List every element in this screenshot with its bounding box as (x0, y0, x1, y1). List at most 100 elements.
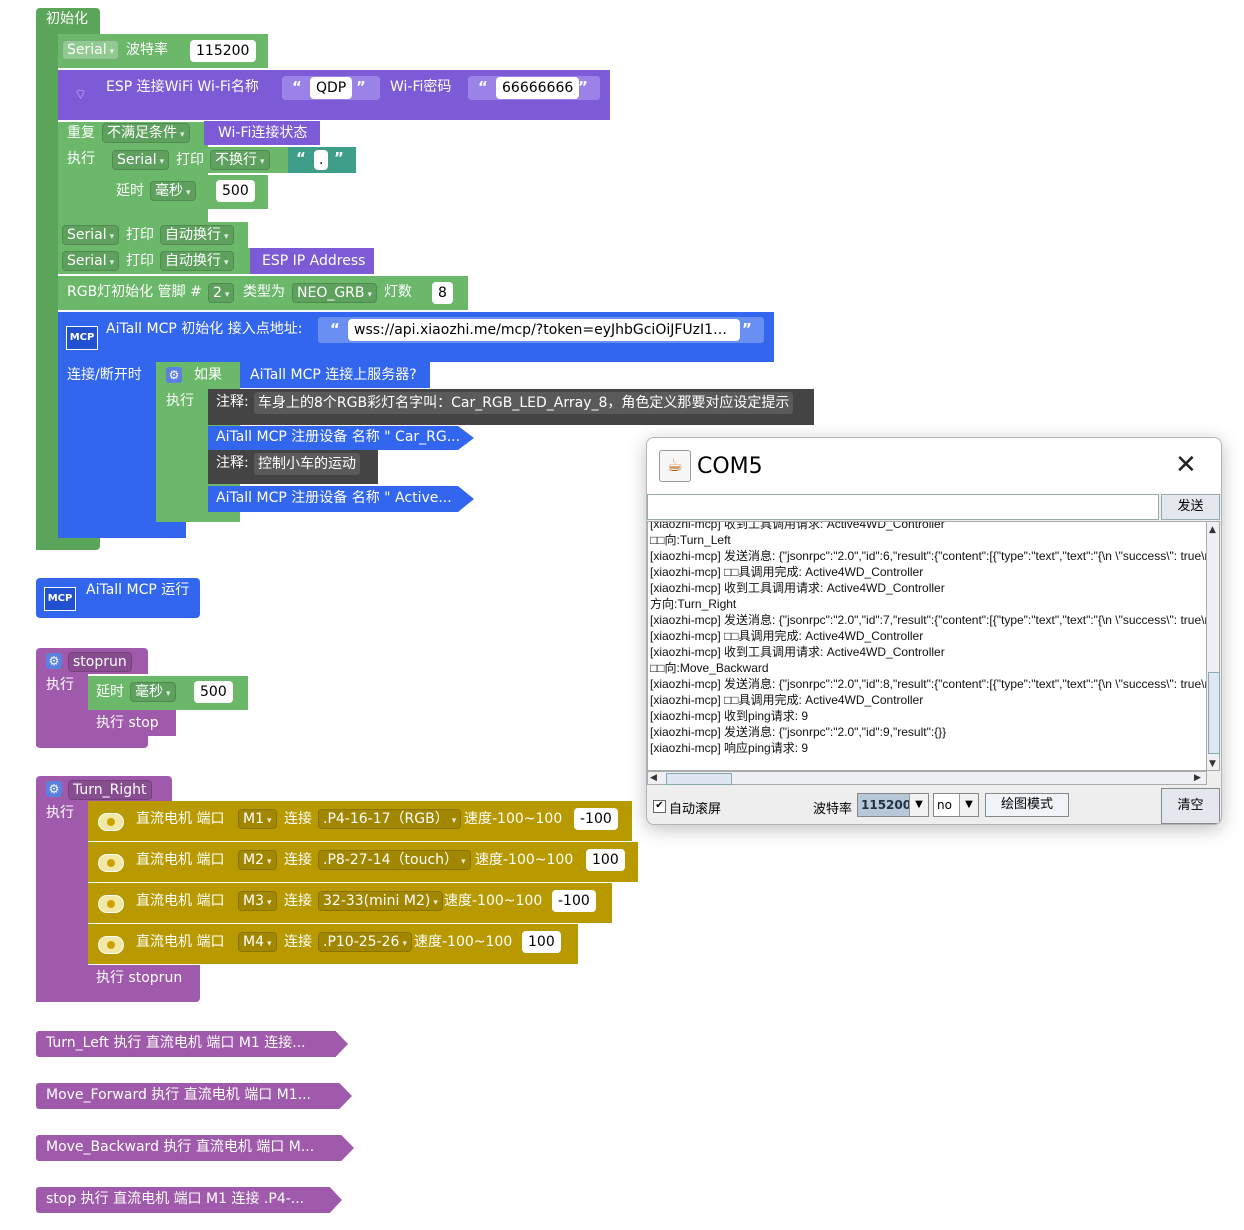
motor-port-dropdown[interactable]: M1 ▾ (238, 809, 277, 829)
println-serial-dropdown-1[interactable]: Serial ▾ (62, 225, 120, 245)
log-line: [xiaozhi-mcp] 发送消息: {"jsonrpc":"2.0","id… (650, 549, 1207, 563)
delay-label: 延时 (116, 183, 144, 199)
print-serial-dropdown[interactable]: Serial ▾ (112, 150, 170, 170)
gear-icon[interactable]: ⚙ (166, 367, 182, 383)
log-line: [xiaozhi-mcp] □□具调用完成: Active4WD_Control… (650, 565, 924, 579)
motor-connect-label: 连接 (284, 852, 312, 868)
serial-log[interactable]: [xiaozhi-mcp] 收到工具调用请求: Active4WD_Contro… (647, 521, 1207, 771)
horizontal-scrollbar[interactable]: ◀ ▶ (647, 771, 1207, 785)
motor-icon (98, 895, 124, 913)
chevron-down-icon: ▼ (909, 794, 928, 816)
rgb-type-dropdown[interactable]: NEO_GRB ▾ (292, 283, 378, 303)
rgb-pin-dropdown[interactable]: 2 ▾ (208, 283, 235, 303)
mcp-logo-icon: MCP (66, 326, 98, 350)
clear-button[interactable]: 清空 (1161, 788, 1220, 824)
rgb-count-input[interactable]: 8 (432, 282, 453, 304)
vertical-scroll-thumb[interactable] (1208, 672, 1220, 754)
motor-speed-input[interactable]: -100 (574, 808, 618, 830)
mcp-init-label: AiTall MCP 初始化 接入点地址: (106, 321, 303, 337)
motor-pin-dropdown[interactable]: .P10-25-26 ▾ (318, 932, 412, 952)
println-label-2: 打印 (126, 253, 154, 269)
gear-icon[interactable]: ⚙ (46, 781, 62, 797)
serial-dropdown[interactable]: Serial ▾ (62, 40, 120, 60)
motor-speed-label: 速度-100~100 (475, 852, 574, 868)
close-quote-icon: ” (742, 320, 752, 338)
log-line: [xiaozhi-mcp] □□具调用完成: Active4WD_Control… (650, 629, 924, 643)
serial-monitor-window[interactable]: ☕ COM5 ✕ 发送 [xiaozhi-mcp] 收到工具调用请求: Acti… (646, 437, 1222, 825)
mcp-url-input[interactable]: wss://api.xiaozhi.me/mcp/?token=eyJhbGci… (348, 319, 740, 341)
function-name-field[interactable]: stoprun (68, 652, 132, 672)
newline-mode-dropdown[interactable]: 不换行 ▾ (210, 150, 270, 170)
motor-icon (98, 936, 124, 954)
comment-input-2[interactable]: 控制小车的运动 (254, 453, 360, 475)
line-ending-select[interactable]: no ▼ (933, 793, 979, 817)
stoprun-delay-unit-dropdown[interactable]: 毫秒 ▾ (130, 682, 176, 702)
scroll-down-icon[interactable]: ▼ (1209, 755, 1216, 773)
send-input[interactable] (647, 494, 1159, 520)
vertical-scrollbar[interactable]: ▲ ▼ (1206, 521, 1220, 771)
stoprun-footer (36, 736, 148, 748)
motor-pin-dropdown[interactable]: 32-33(mini M2) ▾ (318, 891, 443, 911)
collapsed-move-forward-label: Move_Forward 执行 直流电机 端口 M1... (46, 1087, 311, 1103)
open-quote-icon: “ (478, 78, 488, 96)
serial-toolbar: ✔ 自动滚屏 波特率 115200 ▼ no ▼ 绘图模式 清空 (647, 788, 1221, 824)
motor-speed-input[interactable]: 100 (522, 931, 561, 953)
delay-input[interactable]: 500 (216, 180, 255, 202)
println-label-1: 打印 (126, 227, 154, 243)
autoscroll-checkbox[interactable]: ✔ (653, 800, 666, 813)
rgb-type-label: 类型为 (243, 284, 285, 300)
wifi-connect-label: ESP 连接WiFi Wi-Fi名称 (106, 79, 259, 95)
mcp-register-label-2: AiTall MCP 注册设备 名称 " Active... (216, 490, 452, 506)
motor-connect-label: 连接 (284, 893, 312, 909)
motor-speed-input[interactable]: 100 (586, 849, 625, 871)
motor-label: 直流电机 端口 (136, 811, 225, 827)
log-line: [xiaozhi-mcp] 收到工具调用请求: Active4WD_Contro… (650, 521, 945, 531)
motor-pin-dropdown[interactable]: .P4-16-17（RGB） ▾ (318, 809, 462, 829)
horizontal-scroll-thumb[interactable] (666, 773, 732, 785)
wifi-status-label: Wi-Fi连接状态 (218, 125, 308, 141)
repeat-mode-dropdown[interactable]: 不满足条件 ▾ (102, 123, 190, 143)
open-quote-icon: “ (292, 78, 302, 96)
println-mode-dropdown-2[interactable]: 自动换行 ▾ (160, 251, 234, 271)
if-label: 如果 (194, 367, 222, 383)
function-name-field[interactable]: Turn_Right (68, 780, 152, 800)
motor-port-dropdown[interactable]: M2 ▾ (238, 850, 277, 870)
close-icon[interactable]: ✕ (1175, 450, 1197, 480)
close-quote-icon: ” (578, 78, 588, 96)
baud-rate-label: 波特率 (813, 802, 853, 817)
log-line: [xiaozhi-mcp] □□具调用完成: Active4WD_Control… (650, 693, 924, 707)
rgb-init-label: RGB灯初始化 管脚 # (67, 284, 202, 300)
window-title: COM5 (697, 454, 763, 479)
collapsed-turn-left-label: Turn_Left 执行 直流电机 端口 M1 连接... (46, 1035, 306, 1051)
println-mode-dropdown-1[interactable]: 自动换行 ▾ (160, 225, 234, 245)
password-input[interactable]: 66666666 (496, 77, 580, 99)
motor-port-dropdown[interactable]: M4 ▾ (238, 932, 277, 952)
stoprun-exec-label: 执行 (46, 677, 74, 693)
stoprun-delay-input[interactable]: 500 (194, 681, 233, 703)
motor-pin-dropdown[interactable]: .P8-27-14（touch） ▾ (318, 850, 471, 870)
motor-label: 直流电机 端口 (136, 852, 225, 868)
scroll-left-icon[interactable]: ◀ (650, 769, 657, 787)
scroll-right-icon[interactable]: ▶ (1194, 769, 1201, 787)
gear-icon[interactable]: ⚙ (46, 653, 62, 669)
esp-ip-label: ESP IP Address (262, 253, 366, 269)
log-line: [xiaozhi-mcp] 收到工具调用请求: Active4WD_Contro… (650, 581, 945, 595)
window-titlebar[interactable]: ☕ COM5 ✕ (647, 438, 1221, 494)
baud-input[interactable]: 115200 (190, 40, 256, 62)
close-quote-icon: ” (334, 149, 344, 167)
println-serial-dropdown-2[interactable]: Serial ▾ (62, 251, 120, 271)
scroll-up-icon[interactable]: ▲ (1209, 521, 1216, 539)
ssid-input[interactable]: QDP (310, 77, 353, 99)
motor-speed-input[interactable]: -100 (552, 890, 596, 912)
print-label: 打印 (176, 152, 204, 168)
turn-right-exec-label: 执行 (46, 805, 74, 821)
motor-port-dropdown[interactable]: M3 ▾ (238, 891, 277, 911)
comment-input-1[interactable]: 车身上的8个RGB彩灯名字叫：Car_RGB_LED_Array_8，角色定义那… (254, 392, 794, 414)
baud-rate-select[interactable]: 115200 ▼ (857, 793, 929, 817)
send-button[interactable]: 发送 (1161, 494, 1220, 520)
dot-text-input[interactable]: . (314, 150, 329, 170)
motor-speed-label: 速度-100~100 (414, 934, 513, 950)
delay-unit-dropdown[interactable]: 毫秒 ▾ (150, 181, 196, 201)
plot-mode-button[interactable]: 绘图模式 (985, 793, 1069, 817)
stoprun-delay-label: 延时 (96, 684, 124, 700)
